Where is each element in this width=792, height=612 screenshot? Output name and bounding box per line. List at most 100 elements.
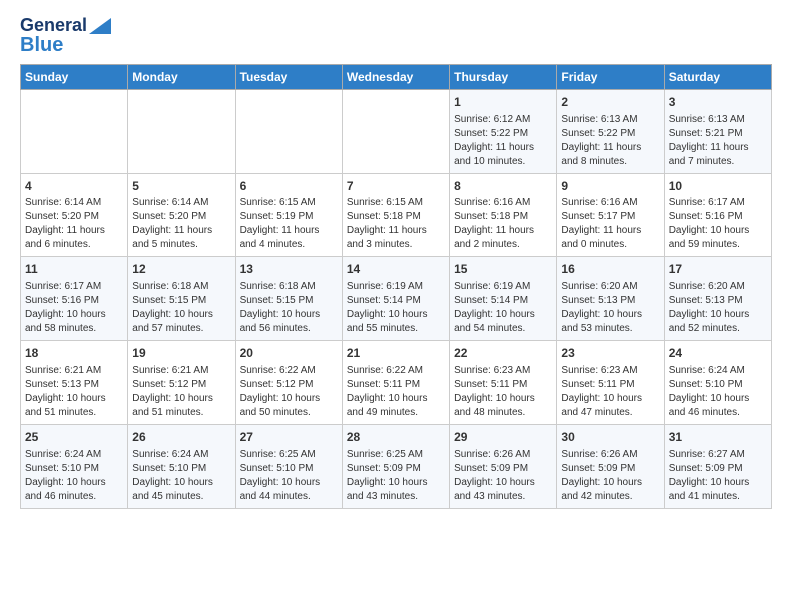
day-info: Sunrise: 6:25 AM: [347, 448, 445, 462]
day-cell: 28 Sunrise: 6:25 AMSunset: 5:09 PMDayligh…: [342, 424, 449, 508]
day-info: Sunset: 5:18 PM: [347, 210, 445, 224]
day-number: 18: [25, 345, 123, 362]
day-info: Sunset: 5:11 PM: [454, 378, 552, 392]
day-info: and 45 minutes.: [132, 490, 230, 504]
day-info: Daylight: 10 hours: [669, 392, 767, 406]
day-number: 8: [454, 178, 552, 195]
day-cell: 8Sunrise: 6:16 AMSunset: 5:18 PMDaylight…: [450, 173, 557, 257]
day-cell: 23Sunrise: 6:23 AMSunset: 5:11 PMDayligh…: [557, 341, 664, 425]
day-info: Sunset: 5:13 PM: [669, 294, 767, 308]
day-info: Daylight: 11 hours: [561, 224, 659, 238]
day-info: Sunrise: 6:21 AM: [132, 364, 230, 378]
day-info: Sunrise: 6:15 AM: [347, 196, 445, 210]
day-cell: 7Sunrise: 6:15 AMSunset: 5:18 PMDaylight…: [342, 173, 449, 257]
day-number: 17: [669, 261, 767, 278]
day-cell: 18Sunrise: 6:21 AMSunset: 5:13 PMDayligh…: [21, 341, 128, 425]
day-info: Sunrise: 6:18 AM: [240, 280, 338, 294]
day-info: Daylight: 10 hours: [240, 392, 338, 406]
day-info: Sunset: 5:12 PM: [240, 378, 338, 392]
day-info: Sunset: 5:15 PM: [240, 294, 338, 308]
day-number: 6: [240, 178, 338, 195]
day-info: Daylight: 11 hours: [25, 224, 123, 238]
day-info: Sunrise: 6:24 AM: [669, 364, 767, 378]
day-number: 11: [25, 261, 123, 278]
day-info: Sunset: 5:18 PM: [454, 210, 552, 224]
col-header-monday: Monday: [128, 64, 235, 89]
day-info: Sunset: 5:21 PM: [669, 127, 767, 141]
day-info: Sunrise: 6:18 AM: [132, 280, 230, 294]
day-cell: 27Sunrise: 6:25 AMSunset: 5:10 PMDayligh…: [235, 424, 342, 508]
day-number: 12: [132, 261, 230, 278]
day-info: Daylight: 10 hours: [347, 476, 445, 490]
logo-icon: [89, 18, 111, 34]
day-cell: 25Sunrise: 6:24 AMSunset: 5:10 PMDayligh…: [21, 424, 128, 508]
day-cell: 2Sunrise: 6:13 AMSunset: 5:22 PMDaylight…: [557, 89, 664, 173]
day-number: 3: [669, 94, 767, 111]
day-info: and 4 minutes.: [240, 238, 338, 252]
day-info: Sunset: 5:19 PM: [240, 210, 338, 224]
day-info: Sunset: 5:20 PM: [25, 210, 123, 224]
col-header-thursday: Thursday: [450, 64, 557, 89]
day-info: Daylight: 10 hours: [454, 476, 552, 490]
day-info: Daylight: 10 hours: [132, 308, 230, 322]
day-info: and 52 minutes.: [669, 322, 767, 336]
page: General Blue SundayMondayTuesdayWednesda…: [0, 0, 792, 519]
day-info: Sunset: 5:15 PM: [132, 294, 230, 308]
day-info: Daylight: 10 hours: [347, 392, 445, 406]
col-header-friday: Friday: [557, 64, 664, 89]
day-cell: 6Sunrise: 6:15 AMSunset: 5:19 PMDaylight…: [235, 173, 342, 257]
day-number: 9: [561, 178, 659, 195]
day-info: Sunset: 5:22 PM: [561, 127, 659, 141]
day-info: and 51 minutes.: [132, 406, 230, 420]
day-number: 22: [454, 345, 552, 362]
day-info: Sunset: 5:10 PM: [25, 462, 123, 476]
day-cell: 19Sunrise: 6:21 AMSunset: 5:12 PMDayligh…: [128, 341, 235, 425]
day-info: Sunset: 5:10 PM: [669, 378, 767, 392]
day-info: and 51 minutes.: [25, 406, 123, 420]
day-info: and 41 minutes.: [669, 490, 767, 504]
day-cell: 14Sunrise: 6:19 AMSunset: 5:14 PMDayligh…: [342, 257, 449, 341]
day-info: Daylight: 10 hours: [25, 476, 123, 490]
day-info: Sunrise: 6:24 AM: [132, 448, 230, 462]
day-info: Sunset: 5:13 PM: [561, 294, 659, 308]
day-info: Daylight: 10 hours: [561, 476, 659, 490]
day-info: Daylight: 10 hours: [132, 476, 230, 490]
day-number: 28: [347, 429, 445, 446]
day-info: Sunrise: 6:16 AM: [454, 196, 552, 210]
day-cell: 13Sunrise: 6:18 AMSunset: 5:15 PMDayligh…: [235, 257, 342, 341]
day-info: and 3 minutes.: [347, 238, 445, 252]
day-cell: 29Sunrise: 6:26 AMSunset: 5:09 PMDayligh…: [450, 424, 557, 508]
day-info: and 42 minutes.: [561, 490, 659, 504]
day-number: 20: [240, 345, 338, 362]
day-info: and 8 minutes.: [561, 155, 659, 169]
col-header-sunday: Sunday: [21, 64, 128, 89]
day-cell: 10Sunrise: 6:17 AMSunset: 5:16 PMDayligh…: [664, 173, 771, 257]
day-number: 16: [561, 261, 659, 278]
day-number: 5: [132, 178, 230, 195]
day-info: Daylight: 10 hours: [454, 308, 552, 322]
day-info: and 54 minutes.: [454, 322, 552, 336]
day-info: and 53 minutes.: [561, 322, 659, 336]
day-info: Sunset: 5:09 PM: [347, 462, 445, 476]
day-cell: 5Sunrise: 6:14 AMSunset: 5:20 PMDaylight…: [128, 173, 235, 257]
day-info: Sunrise: 6:14 AM: [132, 196, 230, 210]
day-info: and 49 minutes.: [347, 406, 445, 420]
day-info: and 44 minutes.: [240, 490, 338, 504]
day-info: Daylight: 11 hours: [454, 141, 552, 155]
day-info: and 47 minutes.: [561, 406, 659, 420]
day-info: Daylight: 11 hours: [454, 224, 552, 238]
day-info: Sunrise: 6:27 AM: [669, 448, 767, 462]
day-cell: 15Sunrise: 6:19 AMSunset: 5:14 PMDayligh…: [450, 257, 557, 341]
day-info: Daylight: 10 hours: [561, 308, 659, 322]
day-info: and 57 minutes.: [132, 322, 230, 336]
day-info: Daylight: 11 hours: [669, 141, 767, 155]
day-info: Sunrise: 6:16 AM: [561, 196, 659, 210]
logo-blue: Blue: [20, 34, 63, 56]
day-number: 10: [669, 178, 767, 195]
day-cell: [128, 89, 235, 173]
day-number: 23: [561, 345, 659, 362]
day-info: and 0 minutes.: [561, 238, 659, 252]
day-info: Daylight: 10 hours: [669, 308, 767, 322]
day-info: Sunrise: 6:26 AM: [454, 448, 552, 462]
day-cell: [21, 89, 128, 173]
